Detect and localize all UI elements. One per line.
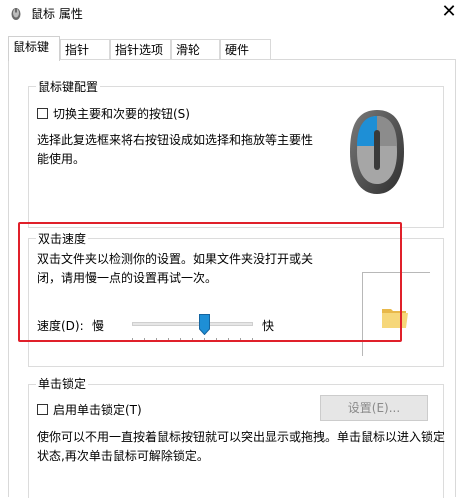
click-lock-legend: 单击锁定 [36,375,89,392]
click-lock-description: 使你可以不用一直按着鼠标按钮就可以突出显示或拖拽。单击鼠标以进入锁定状态,再次单… [37,430,446,463]
slow-label: 慢 [92,319,105,333]
fast-label: 快 [262,319,275,333]
folder-icon[interactable] [380,301,410,331]
slider-tick [156,338,157,342]
switch-buttons-label[interactable]: 切换主要和次要的按钮(S) [53,105,190,122]
slider-tick [192,338,193,342]
switch-buttons-checkbox[interactable] [37,108,48,119]
slider-tick [180,338,181,342]
speed-slider-track[interactable] [132,322,253,326]
title-bar: 鼠标 属性 ✕ [0,0,464,26]
tab-buttons[interactable]: 鼠标键 [8,36,60,61]
slider-tick [228,338,229,342]
tab-pointers[interactable]: 指针 [60,39,110,59]
mouse-app-icon [11,8,21,20]
tab-pointer-options[interactable]: 指针选项 [110,39,171,59]
tab-wheel[interactable]: 滑轮 [171,39,220,59]
slider-tick [240,338,241,342]
slider-tick [216,338,217,342]
mouse-icon [350,110,404,194]
switch-buttons-description: 选择此复选框来将右按钮设成如选择和拖放等主要性能使用。 [37,133,314,166]
slider-tick [132,338,133,342]
click-lock-settings-button[interactable]: 设置(E)... [320,395,428,421]
speed-slider-ticks [132,338,253,342]
button-config-legend: 鼠标键配置 [36,78,101,95]
window-title: 鼠标 属性 [31,7,83,21]
click-lock-checkbox[interactable] [37,404,48,415]
close-button[interactable]: ✕ [436,1,462,23]
slider-tick [252,338,253,342]
speed-label: 速度(D): [37,319,84,333]
slider-tick [204,338,205,342]
double-click-description: 双击文件夹以检测你的设置。如果文件夹没打开或关闭，请用慢一点的设置再试一次。 [37,252,314,285]
double-click-legend: 双击速度 [36,230,89,247]
slider-tick [168,338,169,342]
slider-tick [144,338,145,342]
tab-hardware[interactable]: 硬件 [220,39,271,59]
click-lock-label[interactable]: 启用单击锁定(T) [53,401,142,418]
speed-slider-thumb[interactable] [199,314,211,335]
